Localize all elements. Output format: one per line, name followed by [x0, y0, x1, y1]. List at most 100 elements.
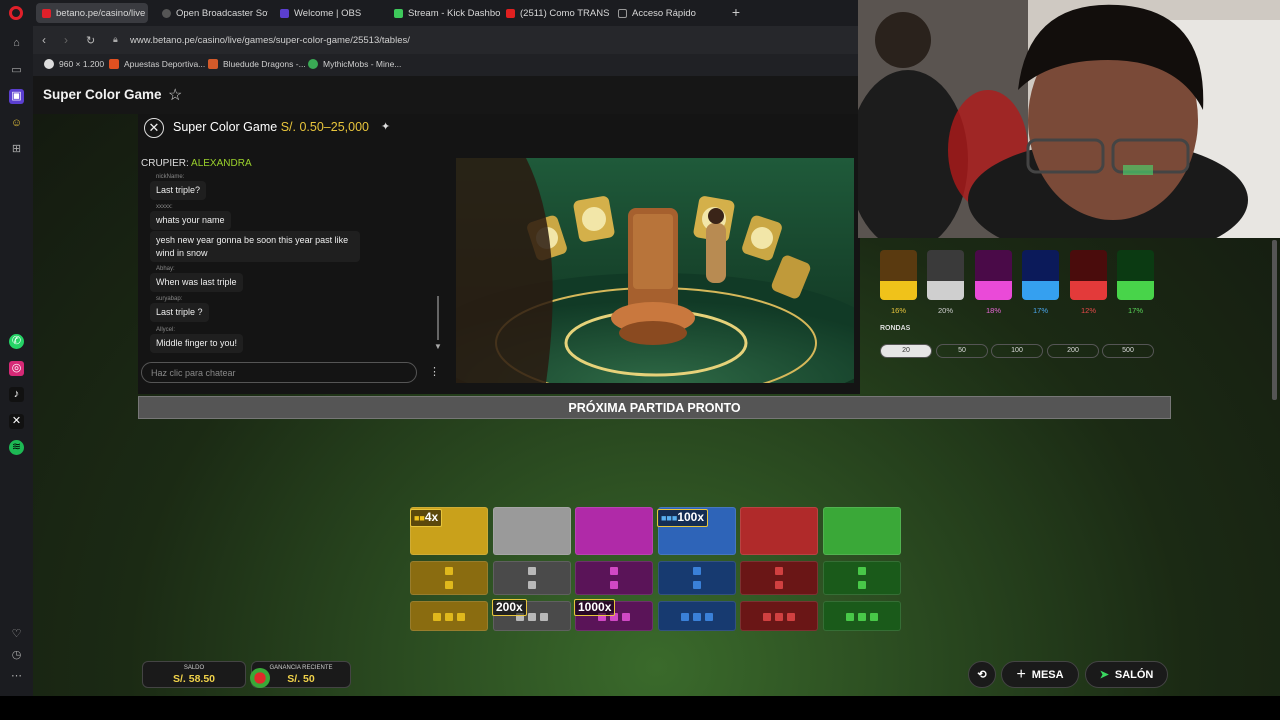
pink-die-square — [622, 613, 630, 621]
stat-swatch-pink — [975, 250, 1012, 300]
rounds-100-button[interactable]: 100 — [991, 344, 1043, 358]
pink-single-bet-cell[interactable] — [575, 507, 653, 555]
yellow-dot-icon: ■■ — [414, 513, 425, 523]
lobby-arrow-icon: ➤ — [1099, 669, 1109, 681]
rounds-20-button[interactable]: 20 — [880, 344, 932, 358]
pink-triple-multiplier: 1000x — [574, 599, 616, 616]
history-icon[interactable]: ◷ — [9, 648, 24, 663]
stat-pct-red: 12% — [1080, 306, 1096, 315]
blue-die-square — [704, 613, 713, 621]
green-triple-bet-cell[interactable] — [822, 601, 901, 631]
lock-icon: 🔒︎ — [113, 34, 118, 44]
yellow-single-multiplier: ■■4x — [410, 509, 443, 527]
dealer-label: CRUPIER: ALEXANDRA — [141, 158, 252, 169]
home-icon[interactable]: ⌂ — [9, 36, 24, 51]
bookmark-4[interactable]: MythicMobs - Mine... — [308, 59, 401, 69]
red-single-bet-cell[interactable] — [740, 507, 818, 555]
obs-favicon-icon — [162, 8, 171, 18]
swatch-dark — [927, 250, 964, 281]
yellow-die-square — [433, 613, 441, 621]
lobby-button[interactable]: ➤ SALÓN — [1085, 661, 1168, 688]
red-die-square — [775, 567, 783, 575]
tab-obs-software[interactable]: Open Broadcaster Softwa — [156, 3, 268, 23]
url-field[interactable]: www.betano.pe/casino/live/games/super-co… — [130, 35, 410, 46]
red-double-bet-cell[interactable] — [740, 561, 818, 595]
page-title: Super Color Game — [43, 87, 162, 102]
reload-icon[interactable]: ↻ — [86, 34, 95, 47]
pink-double-bet-cell[interactable] — [575, 561, 653, 595]
live-video[interactable] — [456, 158, 854, 383]
chevron-down-icon[interactable]: ▼ — [434, 342, 442, 351]
repeat-bet-button[interactable]: ⟲ — [968, 661, 996, 688]
whatsapp-icon[interactable]: ✆ — [9, 334, 24, 349]
spotify-icon[interactable]: ≋ — [9, 440, 24, 455]
balance-display: SALDO S/. 58.50 — [142, 661, 246, 688]
opera-logo-icon[interactable] — [9, 6, 23, 20]
green-die-square — [857, 613, 866, 621]
chat-message: yesh new year gonna be soon this year pa… — [150, 231, 360, 262]
tab-youtube[interactable]: (2511) Como TRANSMITIR — [500, 3, 610, 23]
blue-double-bet-cell[interactable] — [657, 561, 736, 595]
swatch-light — [1070, 281, 1107, 300]
tab-welcome-obs[interactable]: Welcome | OBS — [274, 3, 384, 23]
stat-pct-green: 17% — [1127, 306, 1143, 315]
chat-scrollbar[interactable] — [437, 296, 439, 340]
yellow-double-bet-cell[interactable] — [410, 561, 488, 595]
yellow-triple-bet-cell[interactable] — [410, 601, 488, 631]
rounds-500-button[interactable]: 500 — [1102, 344, 1154, 358]
gray-single-bet-cell[interactable] — [492, 507, 571, 555]
chat-message: nickName: Last triple? — [150, 174, 207, 200]
bookmark-2[interactable]: Apuestas Deportiva... — [109, 59, 205, 69]
rounds-200-button[interactable]: 200 — [1047, 344, 1099, 358]
table-button[interactable]: + MESA — [1001, 661, 1079, 688]
bookmark-3[interactable]: Bluedude Dragons -... — [208, 59, 306, 69]
gray-die-square — [527, 567, 536, 575]
heart-icon[interactable]: ♡ — [9, 627, 24, 642]
yellow-die-square — [457, 613, 465, 621]
stat-pct-blue: 17% — [1032, 306, 1048, 315]
favorite-star-icon[interactable]: ☆ — [168, 85, 182, 105]
green-single-bet-cell[interactable] — [822, 507, 901, 555]
tiktok-icon[interactable]: ♪ — [9, 387, 24, 402]
close-game-button[interactable]: ✕ — [144, 118, 164, 138]
rounds-50-button[interactable]: 50 — [936, 344, 988, 358]
green-die-square — [857, 567, 866, 575]
stat-pct-pink: 18% — [985, 306, 1001, 315]
tab-betano[interactable]: betano.pe/casino/live — [36, 3, 148, 23]
blue-triple-bet-cell[interactable] — [657, 601, 736, 631]
emoji-icon[interactable]: ☺ — [9, 116, 24, 131]
gift-icon[interactable]: ⊞ — [9, 142, 24, 157]
mythicmobs-favicon-icon — [308, 59, 318, 69]
twitch-icon[interactable]: ▣ — [9, 89, 24, 104]
bookmark-1[interactable]: 960 × 1.200 — [44, 59, 104, 69]
swatch-light — [975, 281, 1012, 300]
briefcase-icon[interactable]: ▭ — [9, 63, 24, 78]
back-icon[interactable]: ‹ — [42, 33, 46, 47]
instagram-icon[interactable]: ◎ — [9, 361, 24, 376]
gray-double-bet-cell[interactable] — [492, 561, 571, 595]
new-tab-button[interactable]: + — [729, 5, 743, 20]
yellow-die-square — [445, 581, 453, 589]
green-double-bet-cell[interactable] — [822, 561, 901, 595]
swatch-light — [1022, 281, 1059, 300]
pin-icon[interactable]: ✦ — [381, 120, 390, 133]
stat-swatch-red — [1070, 250, 1107, 300]
stat-swatch-green — [1117, 250, 1154, 300]
red-die-square — [763, 613, 771, 621]
page-scrollbar[interactable] — [1272, 240, 1277, 400]
forward-icon[interactable]: › — [64, 33, 68, 47]
obs-welcome-favicon-icon — [280, 8, 289, 18]
red-triple-bet-cell[interactable] — [740, 601, 818, 631]
more-icon[interactable]: ⋯ — [9, 669, 24, 684]
tab-kick-dashboard[interactable]: Stream - Kick Dashboard — [388, 3, 500, 23]
tab-acceso-rapido[interactable]: Acceso Rápido — [612, 3, 722, 23]
balance-value: S/. 58.50 — [172, 673, 216, 685]
dragon-favicon-icon — [208, 59, 218, 69]
yellow-die-square — [445, 567, 453, 575]
x-twitter-icon[interactable]: ✕ — [9, 414, 24, 429]
chat-input[interactable]: Haz clic para chatear — [141, 362, 417, 383]
yellow-die-square — [445, 613, 453, 621]
chat-menu-icon[interactable]: ⋮ — [429, 365, 440, 378]
chips-icon — [250, 668, 270, 688]
swatch-dark — [1022, 250, 1059, 281]
